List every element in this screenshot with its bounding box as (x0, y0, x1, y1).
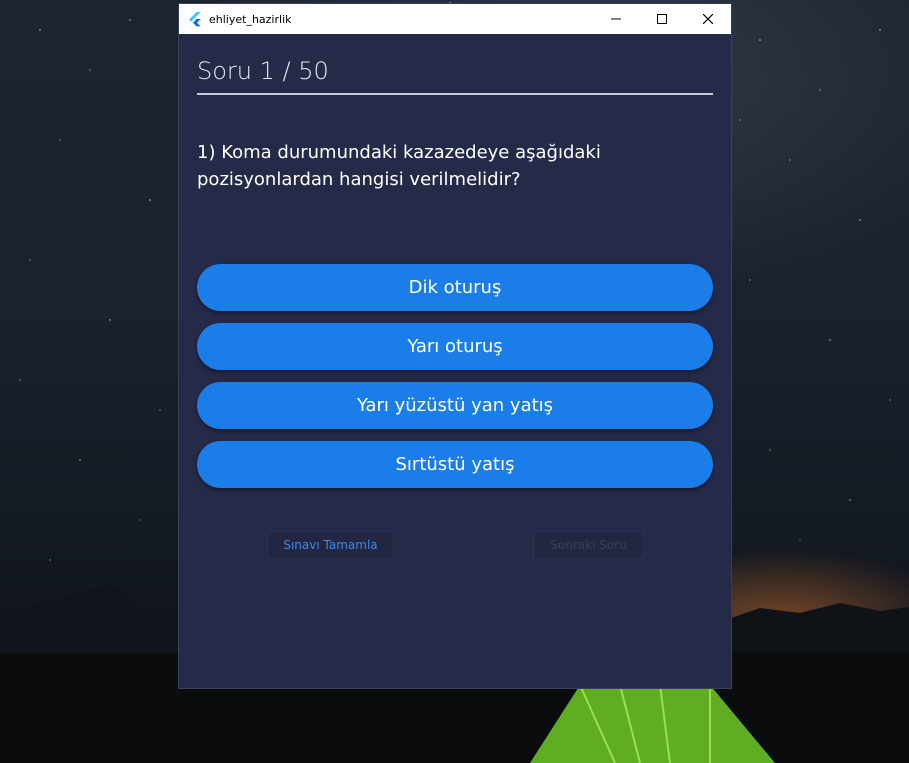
app-window: ehliyet_hazirlik Soru 1 / 50 1) Koma dur… (179, 4, 731, 688)
maximize-button[interactable] (639, 4, 685, 34)
answer-option-button[interactable]: Yarı oturuş (197, 323, 713, 370)
minimize-icon (611, 18, 621, 20)
answer-option-button[interactable]: Yarı yüzüstü yan yatış (197, 382, 713, 429)
answer-option-button[interactable]: Sırtüstü yatış (197, 441, 713, 488)
finish-exam-button[interactable]: Sınavı Tamamla (267, 531, 394, 559)
question-text: 1) Koma durumundaki kazazedeye aşağıdaki… (197, 142, 601, 190)
answer-option-button[interactable]: Dik oturuş (197, 264, 713, 311)
minimize-button[interactable] (593, 4, 639, 34)
close-icon (703, 14, 713, 24)
window-title: ehliyet_hazirlik (209, 12, 292, 26)
answer-options: Dik oturuş Yarı oturuş Yarı yüzüstü yan … (197, 264, 713, 500)
maximize-icon (657, 14, 667, 24)
title-bar[interactable]: ehliyet_hazirlik (179, 4, 731, 34)
window-controls (593, 4, 731, 34)
close-button[interactable] (685, 4, 731, 34)
flutter-logo-icon (189, 12, 201, 27)
quiz-content: Soru 1 / 50 1) Koma durumundaki kazazede… (179, 34, 731, 688)
question-header: Soru 1 / 50 (197, 56, 713, 95)
next-question-button[interactable]: Sonraki Soru (533, 531, 644, 559)
desktop-wallpaper: ehliyet_hazirlik Soru 1 / 50 1) Koma dur… (0, 0, 909, 763)
question-counter: Soru 1 / 50 (197, 57, 329, 85)
glowing-tent (530, 684, 775, 763)
